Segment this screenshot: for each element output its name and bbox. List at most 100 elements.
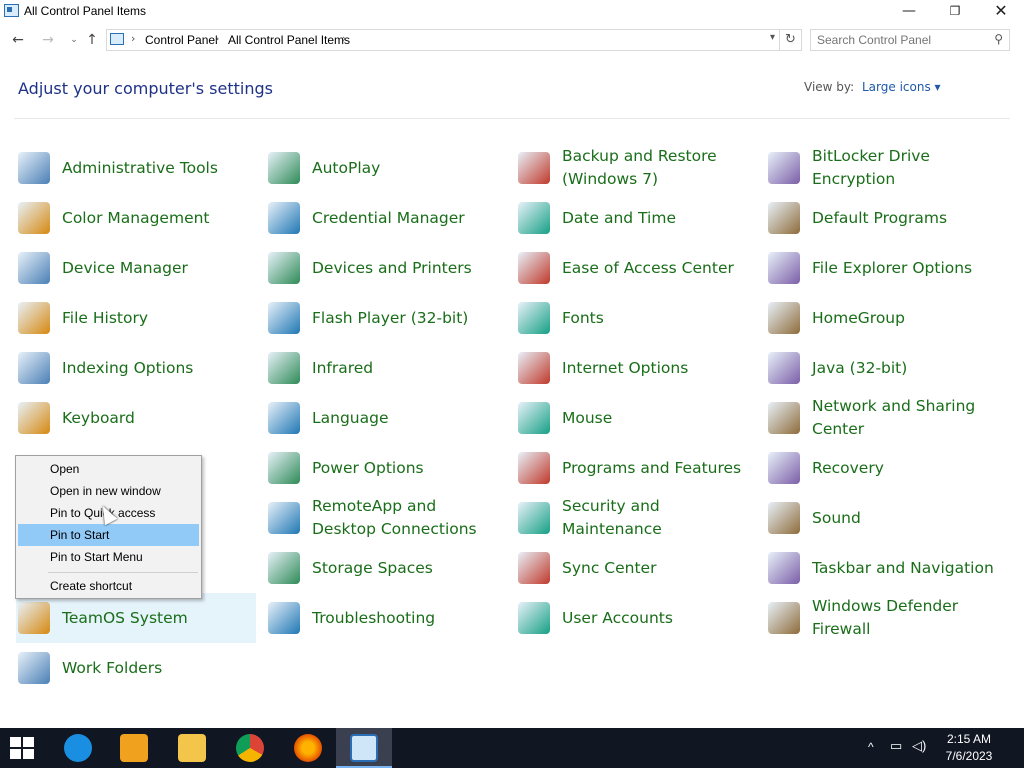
- item-indexing-options[interactable]: Indexing Options: [16, 343, 256, 393]
- taskbar-file-explorer[interactable]: [164, 728, 220, 768]
- infrared-icon: [268, 352, 300, 384]
- item-java-32-bit[interactable]: Java (32-bit): [766, 343, 1006, 393]
- item-programs-and-features[interactable]: Programs and Features: [516, 443, 756, 493]
- view-by-dropdown[interactable]: Large icons ▾: [862, 80, 941, 94]
- item-label: Mouse: [562, 408, 613, 427]
- item-label: Administrative Tools: [62, 158, 218, 177]
- item-color-management[interactable]: Color Management: [16, 193, 256, 243]
- item-bitlocker-drive-encryption[interactable]: BitLocker Drive Encryption: [766, 143, 1006, 193]
- recent-locations-button[interactable]: ⌄: [64, 30, 84, 50]
- search-icon[interactable]: ⚲: [994, 32, 1003, 46]
- item-default-programs[interactable]: Default Programs: [766, 193, 1006, 243]
- item-autoplay[interactable]: AutoPlay: [266, 143, 506, 193]
- item-flash-player-32-bit[interactable]: Flash Player (32-bit): [266, 293, 506, 343]
- minimize-button[interactable]: —: [886, 0, 932, 24]
- item-power-options[interactable]: Power Options: [266, 443, 506, 493]
- start-button[interactable]: [0, 728, 56, 768]
- item-recovery[interactable]: Recovery: [766, 443, 1006, 493]
- item-device-manager[interactable]: Device Manager: [16, 243, 256, 293]
- breadcrumb-separator[interactable]: ›: [215, 32, 219, 45]
- item-backup-and-restore-windows-7[interactable]: Backup and Restore (Windows 7): [516, 143, 756, 193]
- clock[interactable]: 2:15 AM 7/6/2023: [934, 731, 1004, 765]
- item-user-accounts[interactable]: User Accounts: [516, 593, 756, 643]
- item-taskbar-and-navigation[interactable]: Taskbar and Navigation: [766, 543, 1006, 593]
- control-panel-icon: [4, 4, 19, 17]
- indexing-options-icon: [18, 352, 50, 384]
- item-fonts[interactable]: Fonts: [516, 293, 756, 343]
- breadcrumb-separator[interactable]: ›: [342, 32, 346, 45]
- item-label: Credential Manager: [312, 208, 465, 227]
- item-storage-spaces[interactable]: Storage Spaces: [266, 543, 506, 593]
- item-administrative-tools[interactable]: Administrative Tools: [16, 143, 256, 193]
- item-teamos-system[interactable]: TeamOS System: [16, 593, 256, 643]
- item-infrared[interactable]: Infrared: [266, 343, 506, 393]
- volume-icon[interactable]: ◁): [912, 738, 926, 768]
- address-dropdown-icon[interactable]: ▾: [770, 32, 775, 43]
- firefox-icon: [294, 734, 322, 762]
- back-button[interactable]: ←: [8, 30, 28, 50]
- item-language[interactable]: Language: [266, 393, 506, 443]
- close-button[interactable]: ✕: [978, 0, 1024, 24]
- breadcrumb-separator[interactable]: ›: [131, 32, 135, 45]
- item-label: Keyboard: [62, 408, 135, 427]
- item-file-history[interactable]: File History: [16, 293, 256, 343]
- item-label: Recovery: [812, 458, 884, 477]
- internet-options-icon: [518, 352, 550, 384]
- up-button[interactable]: ↑: [82, 30, 102, 50]
- menu-item-create-shortcut[interactable]: Create shortcut: [18, 575, 199, 597]
- taskbar-control-panel[interactable]: [336, 728, 392, 768]
- control-panel-icon: [110, 33, 124, 45]
- address-bar[interactable]: › Control Panel › All Control Panel Item…: [106, 29, 780, 51]
- item-homegroup[interactable]: HomeGroup: [766, 293, 1006, 343]
- control-panel-icon: [350, 734, 378, 762]
- remoteapp-and-desktop-connections-icon: [268, 502, 300, 534]
- language-icon: [268, 402, 300, 434]
- item-remoteapp-and-desktop-connections[interactable]: RemoteApp and Desktop Connections: [266, 493, 506, 543]
- refresh-button[interactable]: ↻: [780, 29, 802, 51]
- network-icon[interactable]: ▭: [890, 738, 902, 768]
- homegroup-icon: [768, 302, 800, 334]
- taskbar-media-player[interactable]: [106, 728, 162, 768]
- item-keyboard[interactable]: Keyboard: [16, 393, 256, 443]
- item-label: Troubleshooting: [312, 608, 436, 627]
- search-box[interactable]: ⚲: [810, 29, 1010, 51]
- menu-item-open[interactable]: Open: [18, 458, 199, 480]
- maximize-button[interactable]: ❐: [932, 0, 978, 24]
- taskbar-chrome[interactable]: [222, 728, 278, 768]
- item-windows-defender-firewall[interactable]: Windows Defender Firewall: [766, 593, 1006, 643]
- item-file-explorer-options[interactable]: File Explorer Options: [766, 243, 1006, 293]
- taskbar-internet-explorer[interactable]: [50, 728, 106, 768]
- item-security-and-maintenance[interactable]: Security and Maintenance: [516, 493, 756, 543]
- ease-of-access-center-icon: [518, 252, 550, 284]
- devices-and-printers-icon: [268, 252, 300, 284]
- item-label: AutoPlay: [312, 158, 381, 177]
- item-sync-center[interactable]: Sync Center: [516, 543, 756, 593]
- item-date-and-time[interactable]: Date and Time: [516, 193, 756, 243]
- item-label: Storage Spaces: [312, 558, 433, 577]
- file-explorer-icon: [178, 734, 206, 762]
- sound-icon: [768, 502, 800, 534]
- item-internet-options[interactable]: Internet Options: [516, 343, 756, 393]
- menu-item-open-new-window[interactable]: Open in new window: [18, 480, 199, 502]
- menu-item-pin-to-start[interactable]: Pin to Start: [18, 524, 199, 546]
- breadcrumb-control-panel[interactable]: Control Panel: [145, 33, 218, 47]
- item-network-and-sharing-center[interactable]: Network and Sharing Center: [766, 393, 1006, 443]
- breadcrumb-all-items[interactable]: All Control Panel Items: [228, 33, 350, 47]
- sync-center-icon: [518, 552, 550, 584]
- item-devices-and-printers[interactable]: Devices and Printers: [266, 243, 506, 293]
- search-input[interactable]: [817, 33, 985, 47]
- item-sound[interactable]: Sound: [766, 493, 1006, 543]
- tray-chevron-icon[interactable]: ^: [868, 740, 874, 768]
- menu-item-pin-start-menu[interactable]: Pin to Start Menu: [18, 546, 199, 568]
- item-mouse[interactable]: Mouse: [516, 393, 756, 443]
- window-title: All Control Panel Items: [24, 4, 147, 18]
- taskbar-firefox[interactable]: [280, 728, 336, 768]
- default-programs-icon: [768, 202, 800, 234]
- item-work-folders[interactable]: Work Folders: [16, 643, 256, 693]
- item-label: Internet Options: [562, 358, 689, 377]
- autoplay-icon: [268, 152, 300, 184]
- item-troubleshooting[interactable]: Troubleshooting: [266, 593, 506, 643]
- item-ease-of-access-center[interactable]: Ease of Access Center: [516, 243, 756, 293]
- item-credential-manager[interactable]: Credential Manager: [266, 193, 506, 243]
- forward-button[interactable]: →: [38, 30, 58, 50]
